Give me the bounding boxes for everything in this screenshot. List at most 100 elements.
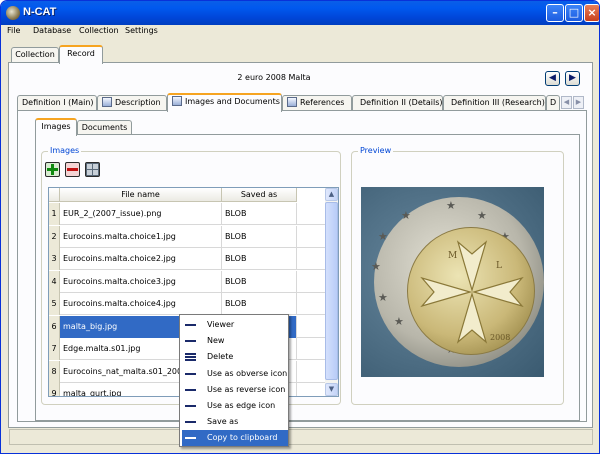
- tab-more[interactable]: D: [546, 95, 560, 111]
- context-menu-item[interactable]: Delete: [182, 349, 288, 365]
- scroll-thumb[interactable]: [325, 202, 338, 380]
- row-number: 2: [49, 225, 60, 248]
- tab-label: Definition II (Details): [360, 98, 443, 107]
- previous-record-button[interactable]: ◀: [545, 71, 560, 86]
- saved-as-cell[interactable]: BLOB: [222, 248, 297, 270]
- row-number: 9: [49, 383, 60, 396]
- preview-group: Preview ★ ★ ★ ★ ★ ★ ★ ★ ★: [351, 146, 564, 405]
- context-menu-item[interactable]: New: [182, 333, 288, 349]
- maximize-button[interactable]: □: [565, 4, 583, 22]
- row-number: 5: [49, 293, 60, 315]
- tab-scroll-left-icon[interactable]: ◀: [561, 96, 572, 109]
- status-bar: [9, 429, 593, 445]
- row-number: 8: [49, 360, 60, 383]
- title-bar[interactable]: N-CAT – □ ×: [1, 1, 599, 25]
- row-number: 6: [49, 315, 60, 338]
- add-image-button[interactable]: [45, 162, 60, 177]
- tab-definition-details[interactable]: Definition II (Details): [352, 95, 443, 111]
- filename-cell[interactable]: Eurocoins.malta.choice1.jpg: [60, 225, 222, 248]
- edit-image-button[interactable]: [85, 162, 100, 177]
- menu-file[interactable]: File: [7, 26, 20, 35]
- row-number: 3: [49, 248, 60, 270]
- references-icon: [287, 97, 297, 107]
- grid-icon: [87, 164, 98, 175]
- menu-item-label: Use as obverse icon: [207, 368, 288, 378]
- minimize-button[interactable]: –: [546, 4, 564, 22]
- inner-tabs: Images Documents: [35, 118, 175, 136]
- menu-item-label: Use as edge icon: [207, 401, 276, 410]
- preview-group-label: Preview: [358, 146, 394, 155]
- filename-cell[interactable]: Eurocoins.malta.choice2.jpg: [60, 248, 222, 270]
- scroll-down-icon[interactable]: ▼: [325, 383, 338, 396]
- coin-preview-image[interactable]: ★ ★ ★ ★ ★ ★ ★ ★ ★ ★ ★ ★: [361, 187, 544, 377]
- dash-icon: [185, 388, 196, 391]
- saved-as-cell[interactable]: BLOB: [222, 293, 297, 315]
- tab-definition-research[interactable]: Definition III (Research): [443, 95, 546, 111]
- row-number: 1: [49, 203, 60, 225]
- description-icon: [102, 97, 112, 107]
- record-title: 2 euro 2008 Malta: [237, 73, 311, 82]
- saved-as-cell[interactable]: BLOB: [222, 270, 297, 293]
- saved-as-cell[interactable]: BLOB: [222, 225, 297, 248]
- menu-database[interactable]: Database: [33, 26, 71, 35]
- filename-column-header[interactable]: File name: [60, 188, 222, 202]
- dash-icon: [185, 421, 196, 424]
- menu-settings[interactable]: Settings: [125, 26, 158, 35]
- images-group-label: Images: [48, 146, 82, 155]
- tab-definition-main[interactable]: Definition I (Main): [17, 95, 97, 111]
- main-tabs: Collection Record: [1, 45, 599, 64]
- images-documents-panel: Images Documents Images File name Saved …: [17, 110, 587, 422]
- coin-app-icon: [6, 6, 20, 20]
- table-row[interactable]: 4 Eurocoins.malta.choice3.jpg BLOB: [49, 270, 325, 293]
- dash-icon: [185, 372, 196, 375]
- next-record-button[interactable]: ▶: [565, 71, 580, 86]
- tab-images[interactable]: Images: [35, 118, 77, 136]
- dash-icon: [185, 437, 196, 440]
- tab-references[interactable]: References: [282, 95, 352, 111]
- context-menu-item[interactable]: Copy to clipboard: [182, 430, 288, 447]
- table-row[interactable]: 5 Eurocoins.malta.choice4.jpg BLOB: [49, 293, 325, 315]
- dash-icon: [185, 324, 196, 326]
- svg-text:M: M: [448, 251, 457, 261]
- context-menu-item[interactable]: Viewer: [182, 317, 288, 333]
- remove-image-button[interactable]: [65, 162, 80, 177]
- menu-item-label: Viewer: [207, 320, 235, 329]
- row-number: 7: [49, 338, 60, 360]
- tab-label: Definition I (Main): [22, 98, 94, 107]
- table-row[interactable]: 3 Eurocoins.malta.choice2.jpg BLOB: [49, 248, 325, 270]
- table-row[interactable]: 2 Eurocoins.malta.choice1.jpg BLOB: [49, 225, 325, 248]
- image-context-menu: Viewer New Delete Use as obverse icon Use as…: [179, 314, 289, 447]
- tab-label: Images and Documents: [185, 97, 280, 106]
- context-menu-item[interactable]: Use as obverse icon: [182, 366, 288, 382]
- tab-collection[interactable]: Collection: [11, 47, 59, 63]
- context-menu-item[interactable]: Save as: [182, 414, 288, 430]
- close-button[interactable]: ×: [584, 4, 599, 22]
- tab-description[interactable]: Description: [97, 95, 167, 111]
- filename-cell[interactable]: EUR_2_(2007_issue).png: [60, 203, 222, 225]
- menu-item-label: Use as reverse icon: [207, 384, 286, 394]
- tab-scroll-right-icon[interactable]: ▶: [573, 96, 584, 109]
- svg-text:L: L: [496, 261, 502, 271]
- filename-cell[interactable]: Eurocoins.malta.choice3.jpg: [60, 270, 222, 293]
- saved-as-column-header[interactable]: Saved as: [222, 188, 297, 202]
- table-scrollbar[interactable]: ▲ ▼: [325, 188, 338, 396]
- tab-images-documents[interactable]: Images and Documents: [167, 93, 282, 112]
- table-row[interactable]: 1 EUR_2_(2007_issue).png BLOB: [49, 203, 325, 225]
- images-icon: [172, 96, 182, 106]
- menu-collection[interactable]: Collection: [79, 26, 119, 35]
- plus-icon: [47, 164, 58, 175]
- menu-item-label: New: [207, 336, 225, 346]
- tab-label: References: [300, 98, 345, 107]
- app-window: N-CAT – □ × File Database Collection Set…: [0, 0, 600, 454]
- tab-documents[interactable]: Documents: [77, 120, 132, 135]
- context-menu-item[interactable]: Use as reverse icon: [182, 382, 288, 398]
- tab-label: Description: [115, 98, 161, 107]
- window-title: N-CAT: [23, 6, 57, 18]
- tab-label: D: [550, 98, 557, 107]
- dash-icon: [185, 405, 196, 407]
- context-menu-item[interactable]: Use as edge icon: [182, 398, 288, 414]
- filename-cell[interactable]: Eurocoins.malta.choice4.jpg: [60, 293, 222, 315]
- scroll-up-icon[interactable]: ▲: [325, 188, 338, 201]
- saved-as-cell[interactable]: BLOB: [222, 203, 297, 225]
- tab-record[interactable]: Record: [59, 45, 103, 64]
